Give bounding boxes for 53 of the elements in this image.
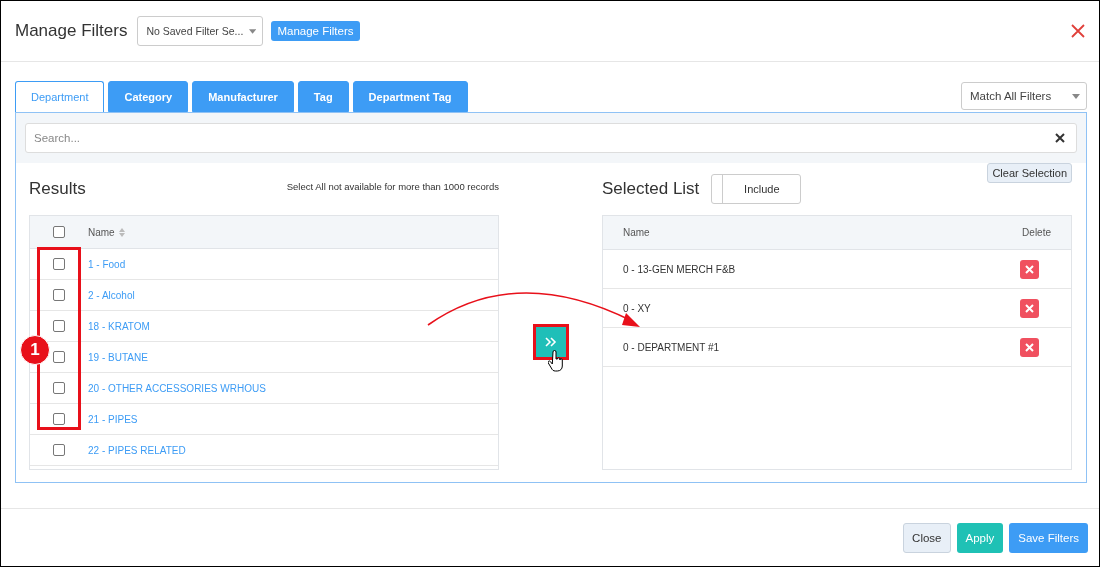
result-name-link[interactable]: 1 - Food	[88, 258, 126, 270]
results-heading: Results	[29, 179, 86, 199]
search-field[interactable]: Search...	[25, 123, 1077, 153]
selected-list-heading: Selected List	[602, 179, 700, 199]
delete-button[interactable]	[1020, 337, 1039, 357]
column-header: Name	[623, 227, 650, 238]
footer-button[interactable]: Close	[903, 522, 951, 553]
row-checkbox[interactable]	[53, 413, 65, 425]
double-chevron-icon	[544, 336, 557, 347]
filter-tab[interactable]: Department Tag	[352, 81, 468, 112]
filter-tab[interactable]: Tag	[297, 81, 349, 112]
selected-item-name: 0 - 13-GEN MERCH F&B	[623, 263, 736, 275]
delete-icon	[1025, 342, 1034, 352]
result-name-link[interactable]: 21 - PIPES	[88, 413, 138, 425]
row-checkbox[interactable]	[53, 320, 65, 332]
caret-icon	[249, 28, 257, 34]
footer-button[interactable]: Apply	[956, 522, 1004, 553]
dialog-title: Manage Filters	[15, 21, 128, 41]
match-mode-dropdown[interactable]: Match All Filters	[961, 82, 1087, 110]
filter-tab[interactable]: Category	[108, 81, 189, 112]
manage-filters-button[interactable]: Manage Filters	[271, 21, 360, 41]
row-checkbox[interactable]	[53, 382, 65, 394]
filter-tab[interactable]: Manufacturer	[192, 81, 294, 112]
close-icon[interactable]	[1071, 24, 1085, 38]
select-all-checkbox[interactable]	[53, 226, 65, 238]
clear-search-icon[interactable]	[1055, 133, 1065, 143]
result-name-link[interactable]: 20 - OTHER ACCESSORIES WRHOUS	[88, 382, 266, 394]
include-toggle[interactable]: Include	[711, 174, 802, 204]
clear-selection-button[interactable]: Clear Selection	[987, 163, 1072, 183]
result-name-link[interactable]: 18 - KRATOM	[88, 320, 150, 332]
result-name-link[interactable]: 2 - Alcohol	[88, 289, 135, 301]
column-header[interactable]: Name	[88, 226, 115, 238]
filter-tab[interactable]: Department	[15, 81, 105, 113]
row-checkbox[interactable]	[53, 444, 65, 456]
row-checkbox[interactable]	[53, 258, 65, 270]
row-checkbox[interactable]	[53, 351, 65, 363]
saved-filter-dropdown[interactable]: No Saved Filter Se...	[137, 16, 264, 46]
select-all-note: Select All not available for more than 1000 records	[286, 181, 499, 192]
footer-button[interactable]: Save Filters	[1009, 522, 1088, 553]
column-header: Delete	[1022, 227, 1051, 238]
row-checkbox[interactable]	[53, 289, 65, 301]
delete-button[interactable]	[1020, 298, 1039, 318]
step-badge: 1	[20, 335, 50, 365]
result-name-link[interactable]: 19 - BUTANE	[88, 351, 148, 363]
delete-icon	[1025, 303, 1034, 313]
selected-item-name: 0 - DEPARTMENT #1	[623, 341, 720, 353]
result-name-link[interactable]: 22 - PIPES RELATED	[88, 444, 186, 456]
delete-button[interactable]	[1020, 259, 1039, 279]
caret-icon	[1072, 93, 1080, 99]
hand-cursor-icon	[548, 350, 564, 372]
delete-icon	[1025, 264, 1034, 274]
move-selected-button[interactable]	[535, 326, 566, 357]
selected-item-name: 0 - XY	[623, 302, 651, 314]
